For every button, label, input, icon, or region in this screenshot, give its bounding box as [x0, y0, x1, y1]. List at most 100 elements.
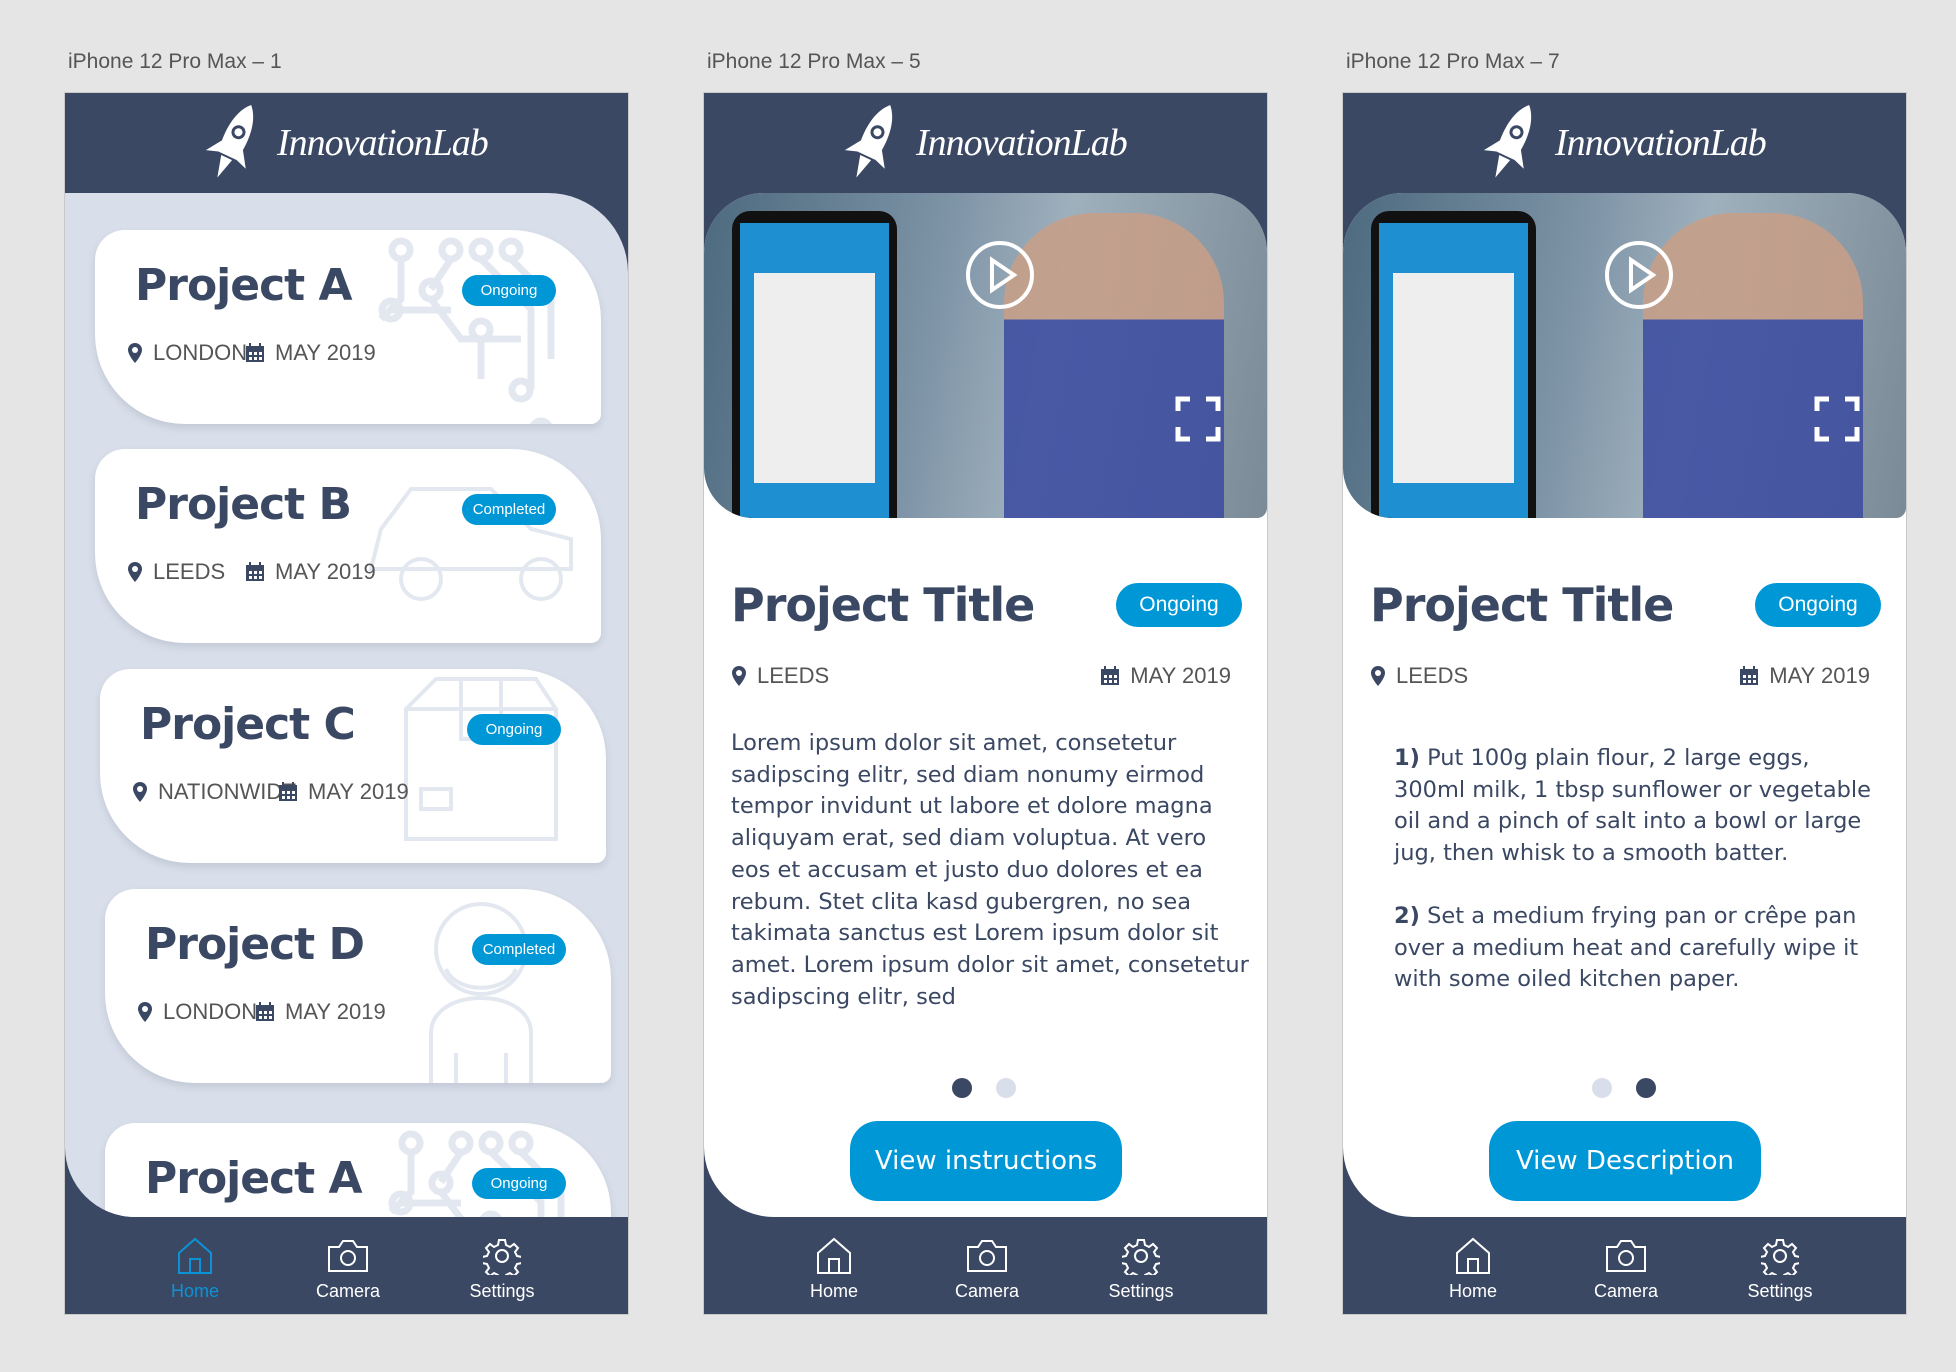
project-card[interactable]: Project A Ongoing LONDON MAY 2019 [95, 230, 601, 424]
instruction-step: 1) Put 100g plain flour, 2 large eggs, 3… [1394, 743, 1884, 870]
gear-icon [1761, 1239, 1799, 1275]
status-badge: Completed [472, 934, 566, 965]
project-title: Project B [135, 479, 352, 530]
location-text: LEEDS [757, 663, 830, 688]
page-dot-active[interactable] [1636, 1078, 1656, 1098]
parcel-box-illustration [404, 677, 558, 841]
step-number: 2) [1394, 902, 1420, 929]
project-title: Project Title [731, 578, 1035, 632]
location-pin-icon [133, 782, 147, 802]
camera-icon [1606, 1240, 1646, 1272]
location: LEEDS [1370, 663, 1468, 689]
nav-label: Settings [1108, 1281, 1174, 1301]
status-badge: Completed [462, 494, 556, 525]
date-text: MAY 2019 [285, 999, 386, 1024]
date: MAY 2019 [1739, 663, 1870, 689]
calendar-icon [279, 782, 297, 801]
location: LEEDS [731, 663, 829, 689]
status-badge: Ongoing [1755, 583, 1881, 627]
date: MAY 2019 [255, 999, 386, 1025]
date: MAY 2019 [278, 779, 409, 805]
nav-label: Settings [469, 1281, 535, 1301]
view-description-button[interactable]: View Description [1489, 1121, 1761, 1201]
calendar-icon [1740, 666, 1759, 685]
nav-camera[interactable]: Camera [927, 1237, 1047, 1302]
rocket-icon [1483, 105, 1532, 178]
page-dot[interactable] [1592, 1078, 1612, 1098]
project-title: Project Title [1370, 578, 1674, 632]
calendar-icon [256, 1002, 274, 1021]
location-pin-icon [1371, 666, 1385, 686]
date-text: MAY 2019 [308, 779, 409, 804]
screen-project-description: InnovationLab Project Title Ongoing LEED… [703, 92, 1268, 1315]
car-illustration [368, 487, 573, 601]
app-header: InnovationLab [1343, 93, 1906, 193]
nav-label: Home [1448, 1281, 1497, 1301]
project-card[interactable]: Project B Completed LEEDS MAY 2019 [95, 449, 601, 643]
step-text: Put 100g plain flour, 2 large eggs, 300m… [1394, 745, 1872, 867]
frame-label: iPhone 12 Pro Max – 5 [707, 50, 921, 73]
location: LONDON [127, 340, 247, 366]
location-text: LONDON [163, 999, 258, 1024]
location-text: LEEDS [1396, 663, 1469, 688]
frame-label: iPhone 12 Pro Max – 1 [68, 50, 282, 73]
instructions-text: 1) Put 100g plain flour, 2 large eggs, 3… [1394, 743, 1884, 1027]
page-dot-active[interactable] [952, 1078, 972, 1098]
location-pin-icon [138, 1002, 152, 1022]
date: MAY 2019 [245, 559, 376, 585]
nav-settings[interactable]: Settings [1081, 1237, 1201, 1302]
gear-icon [483, 1239, 521, 1275]
page-dot[interactable] [996, 1078, 1016, 1098]
project-list[interactable]: Project A Ongoing LONDON MAY 2019 Project… [65, 193, 628, 1217]
frame-label: iPhone 12 Pro Max – 7 [1346, 50, 1560, 73]
location: LEEDS [127, 559, 225, 585]
fullscreen-icon[interactable] [1175, 396, 1221, 442]
project-card[interactable]: Project C Ongoing NATIONWIDE MAY 2019 [100, 669, 606, 863]
phone-image [1371, 211, 1536, 518]
date: MAY 2019 [1100, 663, 1231, 689]
location-pin-icon [732, 666, 746, 686]
step-text: Set a medium frying pan or crêpe pan ove… [1394, 902, 1859, 993]
innovation-lab-logo: InnovationLab [832, 99, 1132, 189]
innovation-lab-logo: InnovationLab [1471, 99, 1771, 189]
project-card[interactable]: Project A Ongoing [105, 1123, 611, 1217]
courier-image [1004, 213, 1224, 518]
nav-settings[interactable]: Settings [1720, 1237, 1840, 1302]
project-title: Project C [140, 699, 356, 750]
location-text: LEEDS [153, 559, 226, 584]
nav-label: Camera [315, 1281, 381, 1301]
courier-image [1643, 213, 1863, 518]
location: NATIONWIDE [132, 779, 297, 805]
gear-icon [1122, 1239, 1160, 1275]
project-detail: Project Title Ongoing LEEDS MAY 2019 Lor… [704, 193, 1267, 1217]
app-header: InnovationLab [704, 93, 1267, 193]
project-video[interactable] [704, 193, 1267, 518]
date-text: MAY 2019 [275, 340, 376, 365]
date: MAY 2019 [245, 340, 376, 366]
nav-home[interactable]: Home [135, 1237, 255, 1302]
play-icon[interactable] [965, 240, 1035, 310]
fullscreen-icon[interactable] [1814, 396, 1860, 442]
nav-label: Camera [954, 1281, 1020, 1301]
nav-settings[interactable]: Settings [442, 1237, 562, 1302]
calendar-icon [1101, 666, 1120, 685]
location-pin-icon [128, 562, 142, 582]
nav-home[interactable]: Home [774, 1237, 894, 1302]
status-badge: Ongoing [472, 1168, 566, 1199]
nav-label: Home [170, 1281, 219, 1301]
status-badge: Ongoing [467, 714, 561, 745]
nav-label: Home [809, 1281, 858, 1301]
project-video[interactable] [1343, 193, 1906, 518]
calendar-icon [246, 562, 264, 581]
nav-home[interactable]: Home [1413, 1237, 1533, 1302]
project-title: Project A [145, 1153, 363, 1204]
nav-camera[interactable]: Camera [288, 1237, 408, 1302]
view-instructions-button[interactable]: View instructions [850, 1121, 1122, 1201]
calendar-icon [246, 343, 264, 362]
nav-camera[interactable]: Camera [1566, 1237, 1686, 1302]
logo-text: InnovationLab [1555, 122, 1767, 164]
play-icon[interactable] [1604, 240, 1674, 310]
rocket-icon [844, 105, 893, 178]
bottom-nav: Home Camera Settings [704, 1217, 1267, 1314]
project-card[interactable]: Project D Completed LONDON MAY 2019 [105, 889, 611, 1083]
